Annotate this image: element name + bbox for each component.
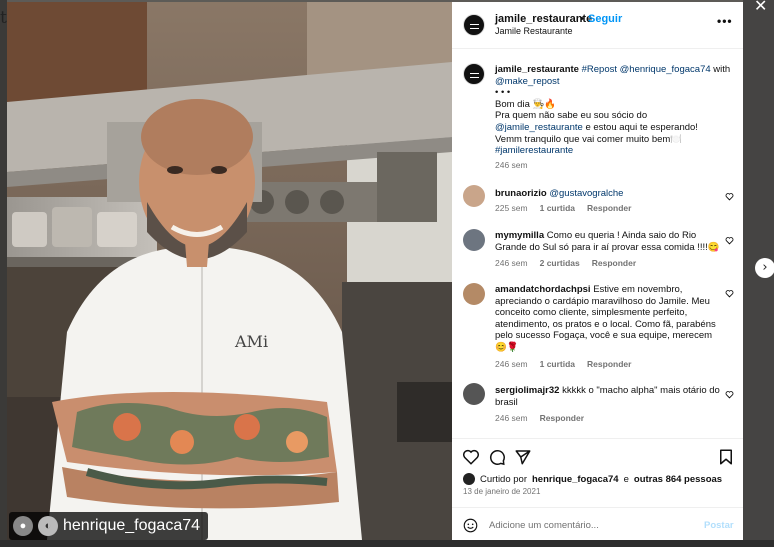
comment-time[interactable]: 246 sem xyxy=(495,359,528,369)
caption-line-2b: e estou aqui te esperando! xyxy=(585,121,698,133)
add-comment-bar: Postar xyxy=(452,507,743,540)
liked-by-summary: Curtido por henrique_fogaca74 e outras 8… xyxy=(463,473,722,485)
comment-bubble-icon[interactable] xyxy=(488,448,506,466)
post-comment-button[interactable]: Postar xyxy=(704,520,734,531)
close-icon[interactable]: ✕ xyxy=(754,0,768,14)
comment-username[interactable]: amandatchordachpsi xyxy=(495,284,591,295)
comment-item: amandatchordachpsi Estive em novembro, a… xyxy=(495,284,725,354)
caption-timestamp[interactable]: 246 sem xyxy=(495,160,528,170)
comment-like-heart-icon[interactable] xyxy=(725,289,734,298)
caption-line-3: Vemm tranquilo que vai comer muito bem🍽️ xyxy=(495,133,683,145)
liked-by-user[interactable]: henrique_fogaca74 xyxy=(532,474,619,485)
liked-by-and: e xyxy=(623,473,629,485)
comment-reply-button[interactable]: Responder xyxy=(592,258,636,268)
follow-button[interactable]: Seguir xyxy=(588,13,622,25)
comment-time[interactable]: 225 sem xyxy=(495,203,528,213)
caption-hashtag-repost[interactable]: #Repost xyxy=(582,64,617,75)
account-avatar[interactable] xyxy=(463,14,485,36)
post-actions-bar xyxy=(452,438,743,472)
background-text-fragment: t xyxy=(0,8,7,28)
comment-reply-button[interactable]: Responder xyxy=(587,359,631,369)
comment-likes[interactable]: 1 curtida xyxy=(540,359,575,369)
liked-by-others[interactable]: outras 864 pessoas xyxy=(634,474,722,485)
comment-item: mymymilla Como eu queria ! Ainda saio do… xyxy=(495,230,725,253)
post-header: jamile_restaurante • Seguir Jamile Resta… xyxy=(452,2,743,49)
caption-line-1: Bom dia 👨‍🍳🔥 xyxy=(495,98,557,110)
header-username[interactable]: jamile_restaurante xyxy=(495,13,592,25)
caption-line-2a: Pra quem não sabe eu sou sócio do xyxy=(495,110,648,122)
comment-item: sergiolimajr32 kkkkk o "macho alpha" mai… xyxy=(495,385,725,408)
caption-dots: • • • xyxy=(495,87,511,99)
repost-credit-tag[interactable]: ● ◐ henrique_fogaca74 xyxy=(9,512,209,540)
backdrop-bottom xyxy=(0,540,774,547)
header-separator: • xyxy=(580,13,584,25)
caption-mention-henrique[interactable]: @henrique_fogaca74 xyxy=(620,64,711,75)
comment-meta: 225 sem 1 curtida Responder xyxy=(495,203,631,213)
comment-text[interactable]: @gustavogralche xyxy=(549,188,623,199)
comment-time[interactable]: 246 sem xyxy=(495,413,528,423)
save-bookmark-icon[interactable] xyxy=(717,448,735,466)
comment-avatar[interactable] xyxy=(463,185,485,207)
comment-username[interactable]: mymymilla xyxy=(495,230,544,241)
comment-username[interactable]: sergiolimajr32 xyxy=(495,385,559,396)
comment-avatar[interactable] xyxy=(463,229,485,251)
repost-user-icon: ● xyxy=(13,516,33,536)
post-photo[interactable]: AMi ● ◐ henrique_fogaca74 xyxy=(7,2,452,540)
caption-mention-jamile[interactable]: @jamile_restaurante xyxy=(495,122,583,133)
caption-avatar[interactable] xyxy=(463,63,485,85)
backdrop-left xyxy=(0,0,7,547)
comment-likes[interactable]: 1 curtida xyxy=(540,203,575,213)
caption-hashtag[interactable]: #jamilerestaurante xyxy=(495,145,735,157)
share-send-icon[interactable] xyxy=(514,448,532,466)
comment-username[interactable]: brunaorizio xyxy=(495,188,547,199)
caption-mention-make-repost[interactable]: @make_repost xyxy=(495,76,560,87)
comment-reply-button[interactable]: Responder xyxy=(587,203,631,213)
liked-by-prefix: Curtido por xyxy=(480,473,527,485)
like-heart-icon[interactable] xyxy=(462,448,480,466)
comment-likes[interactable]: 2 curtidas xyxy=(540,258,580,268)
comment-like-heart-icon[interactable] xyxy=(725,192,734,201)
chef-photo-illustration: AMi xyxy=(7,2,452,540)
emoji-icon[interactable] xyxy=(463,518,478,533)
more-options-icon[interactable]: ••• xyxy=(717,14,733,28)
next-post-arrow-icon[interactable]: › xyxy=(755,258,774,278)
header-location[interactable]: Jamile Restaurante xyxy=(495,26,573,36)
comment-item: brunaorizio @gustavogralche xyxy=(495,188,725,200)
liked-by-avatar[interactable] xyxy=(463,473,475,485)
post-side-panel: jamile_restaurante • Seguir Jamile Resta… xyxy=(452,2,743,540)
comment-like-heart-icon[interactable] xyxy=(725,236,734,245)
comment-avatar[interactable] xyxy=(463,283,485,305)
caption-with: with xyxy=(713,64,731,75)
comment-time[interactable]: 246 sem xyxy=(495,258,528,268)
comment-meta: 246 sem 2 curtidas Responder xyxy=(495,258,636,268)
add-comment-input[interactable] xyxy=(489,519,689,531)
post-date[interactable]: 13 de janeiro de 2021 xyxy=(463,487,540,496)
comment-meta: 246 sem 1 curtida Responder xyxy=(495,359,631,369)
post-caption: jamile_restaurante #Repost @henrique_fog… xyxy=(495,64,735,157)
jacket-logo-text: AMi xyxy=(234,332,268,351)
comment-meta: 246 sem Responder xyxy=(495,413,584,423)
comment-like-heart-icon[interactable] xyxy=(725,390,734,399)
comment-avatar[interactable] xyxy=(463,383,485,405)
caption-username[interactable]: jamile_restaurante xyxy=(495,64,579,75)
repost-username[interactable]: henrique_fogaca74 xyxy=(63,517,200,535)
repost-avatar: ◐ xyxy=(38,516,58,536)
comment-reply-button[interactable]: Responder xyxy=(540,413,584,423)
